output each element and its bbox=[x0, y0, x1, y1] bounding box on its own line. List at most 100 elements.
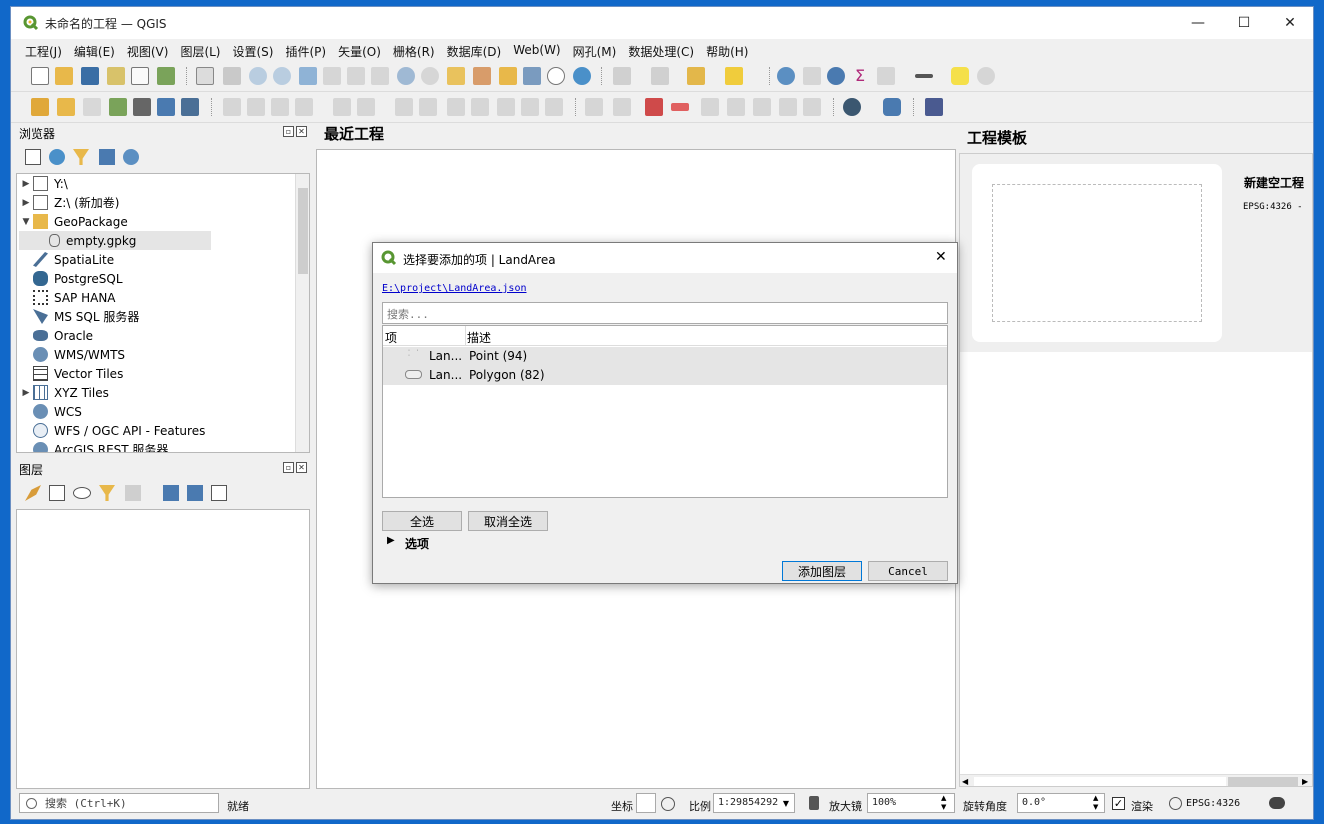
deselect-all-button[interactable]: 取消全选 bbox=[468, 511, 548, 531]
tree-item-arcgis-rest[interactable]: ArcGIS REST 服务器 bbox=[19, 440, 168, 452]
tree-item-postgresql[interactable]: PostgreSQL bbox=[19, 269, 123, 288]
measure-line-icon[interactable] bbox=[915, 74, 933, 78]
tree-item-wcs[interactable]: WCS bbox=[19, 402, 82, 421]
vertex-tool-icon[interactable] bbox=[333, 98, 351, 116]
cancel-button[interactable]: Cancel bbox=[868, 561, 948, 581]
rotation-spin-icon[interactable]: ▲ ▼ bbox=[1093, 794, 1098, 812]
label-pin-icon[interactable] bbox=[645, 98, 663, 116]
copy-features-icon[interactable] bbox=[447, 98, 465, 116]
attribute-table-icon[interactable] bbox=[803, 67, 821, 85]
zoom-full-icon[interactable] bbox=[299, 67, 317, 85]
data-source-manager-icon[interactable] bbox=[31, 98, 49, 116]
template-card[interactable] bbox=[972, 164, 1222, 342]
collapse-all-icon[interactable] bbox=[99, 149, 115, 165]
table-row[interactable]: ˙ ˙ ˙ Lan... Point (94) bbox=[383, 347, 947, 366]
coordinate-toggle-icon[interactable] bbox=[661, 797, 675, 811]
expand-arrow-icon[interactable]: ▶ bbox=[19, 388, 33, 398]
add-layers-button[interactable]: 添加图层 bbox=[782, 561, 862, 581]
add-selected-icon[interactable] bbox=[25, 149, 41, 165]
deselect-icon[interactable] bbox=[687, 67, 705, 85]
select-features-icon[interactable] bbox=[613, 67, 631, 85]
help-icon[interactable] bbox=[925, 98, 943, 116]
dialog-search-input[interactable]: 搜索... bbox=[382, 302, 948, 324]
rotation-input[interactable]: 0.0° bbox=[1017, 793, 1105, 813]
tree-item-geopackage[interactable]: ▼ GeoPackage bbox=[19, 212, 128, 231]
redo2-icon[interactable] bbox=[545, 98, 563, 116]
filter-expression-icon[interactable] bbox=[125, 485, 141, 501]
add-vector-layer-icon[interactable] bbox=[83, 98, 101, 116]
magnifier-spin-icon[interactable]: ▲ ▼ bbox=[941, 794, 946, 812]
scrollbar-thumb[interactable] bbox=[1228, 777, 1298, 786]
label-layer-icon[interactable] bbox=[585, 98, 603, 116]
column-header-description[interactable]: 描述 bbox=[467, 329, 491, 346]
expand-arrow-icon[interactable]: ▶ bbox=[19, 198, 33, 208]
identify-icon[interactable] bbox=[777, 67, 795, 85]
zoom-layer-icon[interactable] bbox=[347, 67, 365, 85]
maximize-button[interactable]: ☐ bbox=[1221, 7, 1267, 39]
new-3d-map-icon[interactable] bbox=[473, 67, 491, 85]
table-row[interactable]: Lan... Polygon (82) bbox=[383, 366, 947, 385]
tree-item-wms[interactable]: WMS/WMTS bbox=[19, 345, 125, 364]
scrollbar-thumb[interactable] bbox=[298, 188, 308, 274]
minimize-button[interactable]: — bbox=[1175, 7, 1221, 39]
close-panel-icon[interactable]: ✕ bbox=[296, 126, 307, 137]
add-wms-layer-icon[interactable] bbox=[157, 98, 175, 116]
new-empty-project-label[interactable]: 新建空工程 bbox=[1244, 174, 1304, 191]
menu-project[interactable]: 工程(J) bbox=[19, 39, 68, 61]
label-move-icon[interactable] bbox=[701, 98, 719, 116]
tree-item-wfs[interactable]: WFS / OGC API - Features bbox=[19, 421, 205, 440]
expand-all-icon[interactable] bbox=[163, 485, 179, 501]
menu-mesh[interactable]: 网孔(M) bbox=[567, 39, 623, 61]
templates-h-scrollbar[interactable]: ◀ ▶ bbox=[960, 774, 1312, 786]
messages-icon[interactable] bbox=[1269, 797, 1285, 809]
label-rotate-icon[interactable] bbox=[727, 98, 745, 116]
close-panel-icon[interactable]: ✕ bbox=[296, 462, 307, 473]
scroll-right-icon[interactable]: ▶ bbox=[1302, 777, 1308, 786]
browser-scrollbar[interactable] bbox=[295, 174, 309, 452]
toggle-editing-icon[interactable] bbox=[247, 98, 265, 116]
save-edits-icon[interactable] bbox=[271, 98, 289, 116]
select-location-icon[interactable] bbox=[725, 67, 743, 85]
options-group-label[interactable]: 选项 bbox=[405, 535, 429, 552]
filter-icon[interactable] bbox=[73, 149, 89, 165]
undo-icon[interactable] bbox=[497, 98, 515, 116]
select-all-button[interactable]: 全选 bbox=[382, 511, 462, 531]
tree-item-z-drive[interactable]: ▶ Z:\ (新加卷) bbox=[19, 193, 120, 212]
float-panel-icon[interactable]: ▫ bbox=[283, 126, 294, 137]
add-raster-layer-icon[interactable] bbox=[109, 98, 127, 116]
remove-layer-icon[interactable] bbox=[211, 485, 227, 501]
digitize-line-icon[interactable] bbox=[295, 98, 313, 116]
menu-plugins[interactable]: 插件(P) bbox=[279, 39, 332, 61]
map-tips-icon[interactable] bbox=[951, 67, 969, 85]
filter-legend-icon[interactable] bbox=[99, 485, 115, 501]
paste-features-icon[interactable] bbox=[471, 98, 489, 116]
dialog-close-icon[interactable]: ✕ bbox=[935, 249, 947, 265]
source-path-link[interactable]: E:\project\LandArea.json bbox=[382, 283, 527, 294]
temporal-controller-icon[interactable] bbox=[547, 67, 565, 85]
menu-processing[interactable]: 数据处理(C) bbox=[622, 39, 700, 61]
layers-tree[interactable] bbox=[16, 509, 310, 789]
statistics-sigma-icon[interactable]: Σ bbox=[851, 67, 869, 85]
zoom-native-icon[interactable] bbox=[371, 67, 389, 85]
tree-item-empty-gpkg[interactable]: empty.gpkg bbox=[19, 231, 211, 250]
cut-features-icon[interactable] bbox=[419, 98, 437, 116]
refresh-icon[interactable] bbox=[573, 67, 591, 85]
zoom-next-icon[interactable] bbox=[421, 67, 439, 85]
menu-vector[interactable]: 矢量(O) bbox=[332, 39, 387, 61]
label-diagram-icon[interactable] bbox=[779, 98, 797, 116]
properties-info-icon[interactable] bbox=[123, 149, 139, 165]
delete-selected-icon[interactable] bbox=[395, 98, 413, 116]
collapse-all-layers-icon[interactable] bbox=[187, 485, 203, 501]
locator-icon[interactable] bbox=[977, 67, 995, 85]
crs-button[interactable]: EPSG:4326 bbox=[1186, 798, 1240, 809]
toolbox-gear-icon[interactable] bbox=[827, 67, 845, 85]
modify-attributes-icon[interactable] bbox=[357, 98, 375, 116]
zoom-in-icon[interactable] bbox=[249, 67, 267, 85]
pan-hand-icon[interactable] bbox=[196, 67, 214, 85]
tree-item-spatialite[interactable]: SpatiaLite bbox=[19, 250, 114, 269]
new-bookmark-icon[interactable] bbox=[499, 67, 517, 85]
tree-item-mssql[interactable]: MS SQL 服务器 bbox=[19, 307, 139, 326]
tree-item-vector-tiles[interactable]: Vector Tiles bbox=[19, 364, 123, 383]
options-expand-icon[interactable]: ▶ bbox=[387, 535, 395, 546]
redo-icon[interactable] bbox=[521, 98, 539, 116]
